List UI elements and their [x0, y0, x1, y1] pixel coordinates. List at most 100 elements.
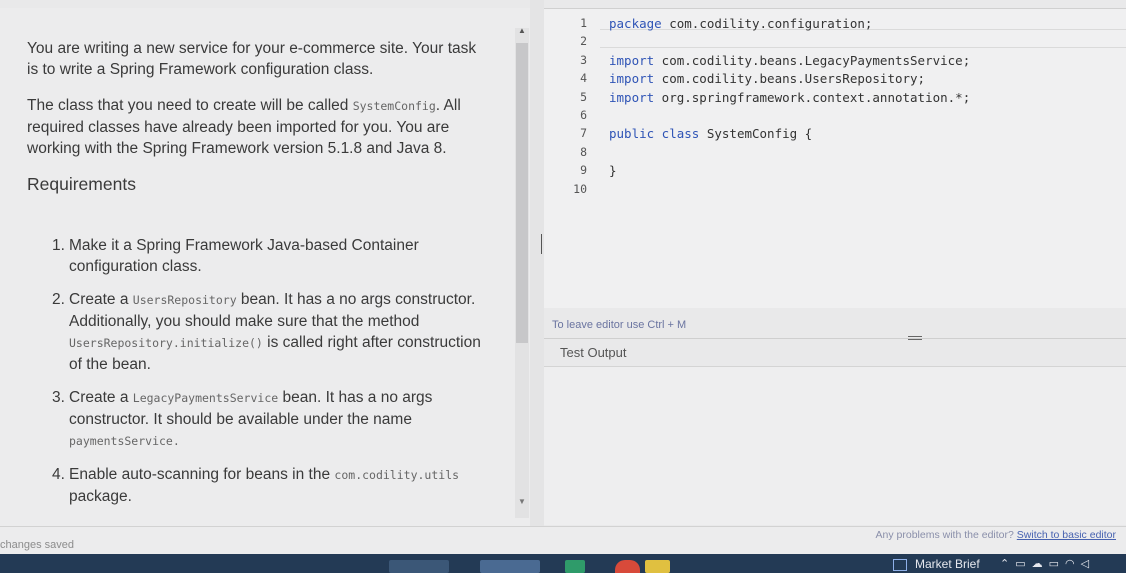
line-number: 8	[580, 144, 587, 159]
requirement-text: Additionally, you should make sure that …	[69, 313, 420, 330]
market-brief-widget[interactable]: Market Brief	[893, 557, 980, 571]
requirement-number: 4.	[52, 466, 65, 483]
speaker-icon[interactable]: ◁	[1081, 558, 1095, 570]
code-line[interactable]: package com.codility.configuration;	[609, 16, 970, 34]
taskbar-app-icon[interactable]	[615, 560, 640, 573]
tablet-icon[interactable]: ▭	[1015, 558, 1031, 570]
task-text: You are writing a new service for your e…	[27, 38, 512, 519]
requirement-item: 1. Make it a Spring Framework Java-based…	[27, 235, 512, 277]
line-number: 7	[580, 126, 587, 141]
requirement-code: UsersRepository	[132, 293, 237, 307]
chevron-up-icon[interactable]: ⌃	[1000, 558, 1015, 570]
battery-icon[interactable]: ▭	[1049, 558, 1065, 570]
save-status: changes saved	[0, 539, 74, 551]
requirement-item: 4. Enable auto-scanning for beans in the…	[27, 464, 512, 507]
line-number: 5	[580, 89, 587, 104]
editor-border	[544, 8, 1126, 9]
scroll-up-arrow-icon[interactable]: ▲	[517, 26, 527, 35]
code-line[interactable]: }	[609, 163, 970, 181]
code-line[interactable]	[609, 182, 970, 200]
requirement-number: 1.	[52, 237, 65, 254]
market-brief-label: Market Brief	[915, 557, 980, 571]
requirement-text: Create a	[69, 291, 133, 308]
code-text: com.codility.beans.UsersRepository;	[654, 71, 926, 87]
code-keyword: public class	[609, 126, 700, 142]
splitter-grip-icon[interactable]	[908, 336, 922, 340]
requirement-text: configuration class.	[69, 258, 202, 275]
code-line[interactable]: import com.codility.beans.UsersRepositor…	[609, 71, 970, 89]
requirement-number: 3.	[52, 389, 65, 406]
switch-basic-editor-link[interactable]: Switch to basic editor	[1017, 529, 1116, 541]
code-keyword: import	[609, 89, 655, 105]
line-number-gutter: 1 2 3 4 5 6 7 8 9 10	[557, 16, 587, 200]
requirement-code: UsersRepository.initialize()	[69, 336, 263, 350]
tab-test-output[interactable]: Test Output	[560, 345, 626, 360]
code-keyword: package	[609, 16, 662, 31]
requirement-text: Create a	[69, 389, 133, 406]
status-bar: changes saved Any problems with the edit…	[0, 526, 1126, 555]
requirement-text: is called right after construction	[262, 334, 481, 351]
line-number: 9	[580, 163, 587, 178]
line-number: 1	[580, 16, 587, 30]
class-text: working with the Spring Framework versio…	[27, 140, 447, 157]
requirement-code: paymentsService.	[69, 434, 180, 448]
vertical-splitter[interactable]	[530, 0, 544, 530]
scroll-down-arrow-icon[interactable]: ▼	[517, 497, 527, 506]
class-name-code: SystemConfig	[352, 99, 436, 113]
code-keyword: import	[609, 52, 655, 68]
news-icon	[893, 558, 907, 571]
requirement-item: 3. Create a LegacyPaymentsService bean. …	[27, 387, 512, 452]
code-line[interactable]	[609, 34, 970, 52]
requirements-heading: Requirements	[27, 174, 136, 194]
requirement-item: 2. Create a UsersRepository bean. It has…	[27, 289, 512, 375]
line-number: 2	[580, 34, 587, 49]
code-text: com.codility.beans.LegacyPaymentsService…	[654, 52, 971, 68]
code-lines[interactable]: package com.codility.configuration; impo…	[609, 16, 970, 200]
requirement-text: Make it a Spring Framework Java-based Co…	[69, 237, 419, 254]
horizontal-splitter[interactable]	[544, 338, 1126, 339]
editor-hint: To leave editor use Ctrl + M	[552, 319, 687, 331]
task-intro: You are writing a new service for your e…	[27, 38, 512, 80]
requirement-text: of the bean.	[69, 356, 151, 373]
code-text: com.codility.configuration;	[661, 16, 873, 31]
test-output-area	[544, 367, 1126, 525]
requirement-code: LegacyPaymentsService	[132, 391, 279, 405]
scroll-thumb[interactable]	[516, 43, 528, 343]
requirement-text: bean. It has a no args constructor.	[236, 291, 476, 308]
taskbar-app-icon[interactable]	[480, 560, 540, 573]
taskbar-app-icon[interactable]	[645, 560, 670, 573]
code-line[interactable]: import com.codility.beans.LegacyPayments…	[609, 53, 970, 71]
class-text: required classes have already been impor…	[27, 119, 450, 136]
taskbar-app-icon[interactable]	[565, 560, 585, 573]
cloud-icon[interactable]: ☁	[1032, 558, 1049, 570]
code-line[interactable]: import org.springframework.context.annot…	[609, 90, 970, 108]
task-description-panel: You are writing a new service for your e…	[0, 8, 530, 526]
class-text: . All	[435, 97, 461, 114]
code-text: org.springframework.context.annotation.*…	[654, 89, 971, 105]
problems-text: Any problems with the editor?	[875, 529, 1017, 541]
line-number: 6	[580, 107, 587, 122]
requirement-text: bean. It has a no args	[278, 389, 433, 406]
line-number: 3	[580, 52, 587, 67]
system-tray[interactable]: ⌃▭☁▭◠◁	[1000, 557, 1095, 570]
intro-line: is to write a Spring Framework configura…	[27, 61, 374, 78]
requirement-text: constructor. It should be available unde…	[69, 411, 412, 428]
taskbar-app-icon[interactable]	[389, 560, 449, 573]
requirement-number: 2.	[52, 291, 65, 308]
code-line[interactable]	[609, 145, 970, 163]
code-text: SystemConfig {	[699, 126, 813, 142]
requirement-code: com.codility.utils	[334, 468, 460, 482]
wifi-icon[interactable]: ◠	[1065, 558, 1081, 570]
task-scrollbar[interactable]: ▲ ▼	[515, 26, 529, 518]
code-line[interactable]	[609, 108, 970, 126]
code-keyword: import	[609, 71, 655, 87]
intro-line: You are writing a new service for your e…	[27, 40, 477, 57]
taskbar: Market Brief ⌃▭☁▭◠◁	[0, 554, 1126, 573]
requirement-text: package.	[69, 488, 132, 505]
line-number: 4	[580, 71, 587, 86]
requirements-list: 1. Make it a Spring Framework Java-based…	[27, 235, 512, 507]
code-line[interactable]: public class SystemConfig {	[609, 126, 970, 144]
editor-problems-note: Any problems with the editor? Switch to …	[876, 529, 1116, 541]
code-text: }	[609, 163, 617, 179]
requirement-text: Enable auto-scanning for beans in the	[69, 466, 335, 483]
